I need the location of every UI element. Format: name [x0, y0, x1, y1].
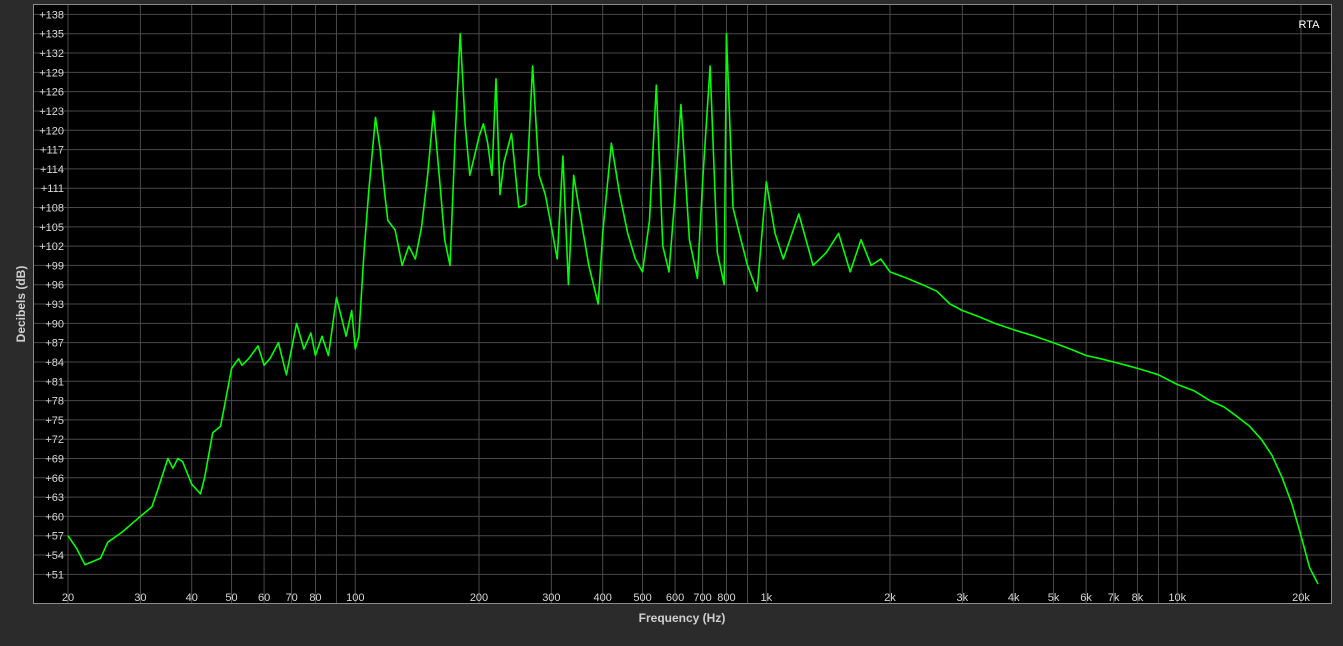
- x-tick-label: 300: [542, 592, 560, 604]
- x-tick-label: 2k: [884, 592, 896, 604]
- x-tick-label: 50: [225, 592, 237, 604]
- rta-chart: +138 +135 +132 +129 +126 +123 +120 +117 +114 +111…: [14, 5, 1331, 625]
- y-tick-label: +54: [45, 550, 64, 562]
- x-tick-label: 30: [134, 592, 146, 604]
- x-tick-label: 800: [717, 592, 735, 604]
- y-tick-label: +72: [45, 434, 64, 446]
- y-tick-label: +81: [45, 376, 64, 388]
- y-tick-label: +123: [39, 106, 64, 118]
- x-tick-label: 6k: [1080, 592, 1092, 604]
- y-tick-label: +105: [39, 222, 64, 234]
- y-tick-label: +120: [39, 125, 64, 137]
- y-tick-label: +132: [39, 48, 64, 60]
- y-tick-label: +57: [45, 531, 64, 543]
- x-tick-label: 60: [258, 592, 270, 604]
- y-tick-labels: +138 +135 +132 +129 +126 +123 +120 +117 +114 +111…: [39, 9, 64, 581]
- y-tick-label: +99: [45, 260, 64, 272]
- x-tick-label: 500: [633, 592, 651, 604]
- x-tick-label: 20: [62, 592, 74, 604]
- y-tick-label: +108: [39, 203, 64, 215]
- y-tick-label: +69: [45, 454, 64, 466]
- y-tick-label: +84: [45, 357, 64, 369]
- x-tick-label: 400: [594, 592, 612, 604]
- y-tick-label: +90: [45, 318, 64, 330]
- x-axis-title: Frequency (Hz): [639, 611, 726, 625]
- grid-layer: [34, 5, 1331, 603]
- x-tick-label: 20k: [1292, 592, 1310, 604]
- x-tick-label: 1k: [760, 592, 772, 604]
- y-tick-label: +138: [39, 9, 64, 21]
- rta-series-line: [67, 32, 1319, 585]
- x-tick-label: 7k: [1108, 592, 1120, 604]
- y-tick-label: +60: [45, 511, 64, 523]
- x-tick-label: 70: [285, 592, 297, 604]
- y-tick-label: +111: [41, 183, 64, 195]
- y-tick-label: +93: [45, 299, 64, 311]
- x-tick-label: 40: [186, 592, 198, 604]
- y-tick-label: +96: [45, 280, 64, 292]
- y-tick-label: +102: [39, 241, 64, 253]
- series-layer: [67, 32, 1319, 585]
- x-tick-label: 8k: [1132, 592, 1144, 604]
- y-axis-title: Decibels (dB): [14, 266, 28, 343]
- y-tick-label: +117: [40, 145, 64, 157]
- x-tick-label: 80: [309, 592, 321, 604]
- y-tick-label: +63: [45, 492, 64, 504]
- x-tick-label: 4k: [1008, 592, 1020, 604]
- x-tick-labels: 20 30 40 50 60 70 80 100 200 300 400 500 600 700 800 1k…: [62, 592, 1310, 604]
- y-tick-label: +126: [39, 87, 64, 99]
- y-tick-label: +87: [45, 338, 64, 350]
- y-tick-label: +51: [45, 569, 64, 581]
- y-tick-label: +114: [40, 164, 64, 176]
- x-tick-label: 3k: [957, 592, 969, 604]
- y-tick-label: +78: [45, 396, 64, 408]
- x-tick-label: 100: [346, 592, 364, 604]
- y-tick-label: +129: [39, 67, 64, 79]
- y-tick-label: +75: [45, 415, 64, 427]
- y-tick-label: +66: [45, 473, 64, 485]
- x-tick-label: 700: [693, 592, 711, 604]
- rta-badge: RTA: [1299, 19, 1321, 31]
- y-tick-label: +135: [39, 29, 64, 41]
- x-tick-label: 5k: [1048, 592, 1060, 604]
- x-tick-label: 600: [666, 592, 684, 604]
- x-tick-label: 200: [470, 592, 488, 604]
- x-tick-label: 10k: [1168, 592, 1186, 604]
